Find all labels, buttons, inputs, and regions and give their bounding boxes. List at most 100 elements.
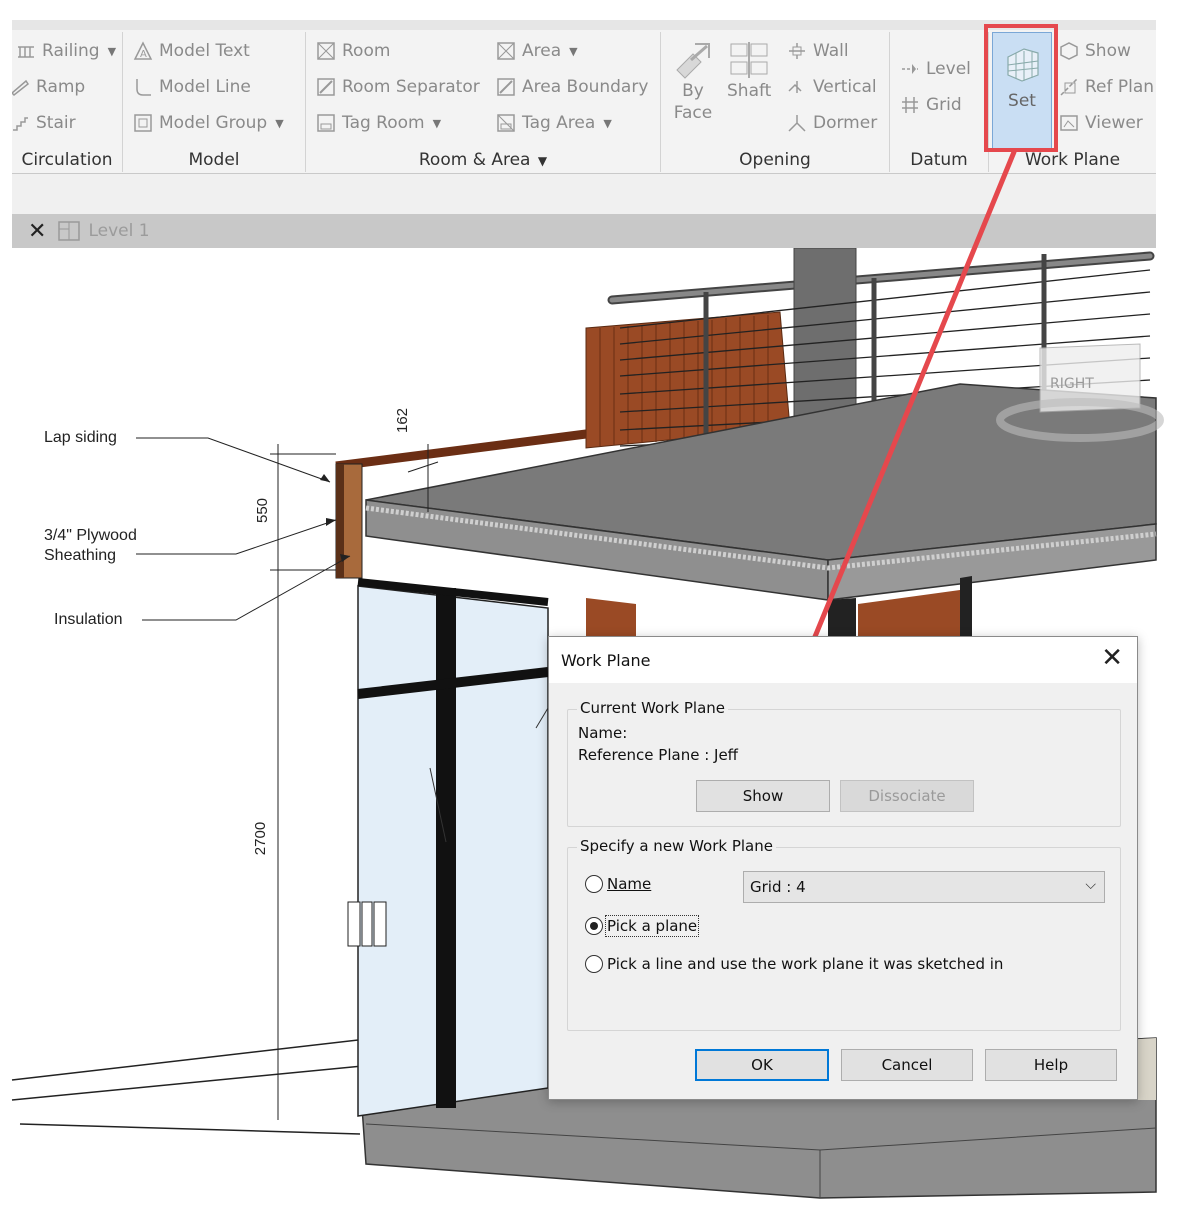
level-icon [900, 59, 920, 79]
chevron-down-icon: ▼ [275, 116, 284, 130]
grid-label: Grid [926, 95, 962, 115]
by-face-button[interactable]: By Face [671, 40, 715, 124]
panel-title-work-plane: Work Plane [1024, 150, 1121, 170]
pick-a-line-radio[interactable] [585, 955, 603, 973]
work-plane-name-select[interactable]: Grid : 4 ⌵ [743, 871, 1105, 903]
pick-a-plane-label: Pick a plane [604, 915, 700, 937]
stair-button[interactable]: Stair [12, 110, 76, 136]
dissociate-button[interactable]: Dissociate [840, 780, 974, 812]
viewcube-label: RIGHT [1050, 376, 1094, 392]
tag-room-icon [316, 113, 336, 133]
name-radio-label: Name [607, 875, 651, 893]
by-face-label-1: By [682, 81, 704, 101]
model-group-icon [133, 113, 153, 133]
panel-title-room-area[interactable]: Room & Area ▼ [306, 150, 660, 170]
railing-button[interactable]: Railing ▼ [16, 38, 116, 64]
select-value: Grid : 4 [750, 878, 806, 896]
vertical-opening-button[interactable]: Vertical [787, 74, 877, 100]
dormer-label: Dormer [813, 113, 878, 133]
shaft-button[interactable]: Shaft [727, 40, 771, 102]
chevron-down-icon: ⌵ [1085, 877, 1096, 893]
view-tab-level-1[interactable]: Level 1 [88, 221, 149, 241]
wall-opening-button[interactable]: Wall [787, 38, 849, 64]
show-work-plane-button[interactable]: Show [1059, 38, 1131, 64]
model-line-label: Model Line [159, 77, 251, 97]
opening-panel: By Face Shaft Wall Vertical Dormer Openi… [661, 30, 889, 173]
tag-room-label: Tag Room [342, 113, 425, 133]
shaft-icon [730, 42, 768, 78]
dialog-titlebar: Work Plane ✕ [549, 637, 1137, 683]
name-radio[interactable] [585, 875, 603, 893]
chevron-down-icon: ▼ [537, 154, 548, 168]
model-text-button[interactable]: A Model Text [133, 38, 250, 64]
tag-area-icon [496, 113, 516, 133]
pick-a-plane-radio[interactable] [585, 917, 603, 935]
level-label: Level [926, 59, 971, 79]
area-boundary-label: Area Boundary [522, 77, 649, 97]
show-work-plane-label: Show [1085, 41, 1131, 61]
wall-opening-icon [787, 41, 807, 61]
dialog-title: Work Plane [561, 651, 651, 670]
area-button[interactable]: Area ▼ [496, 38, 578, 64]
dimension-550: 550 [254, 497, 272, 524]
viewer-button[interactable]: Viewer [1059, 110, 1143, 136]
ramp-button[interactable]: Ramp [12, 74, 85, 100]
stair-icon [12, 113, 30, 133]
vertical-opening-icon [787, 77, 807, 97]
room-separator-button[interactable]: Room Separator [316, 74, 480, 100]
annotation-lap-siding: Lap siding [44, 429, 117, 446]
panel-title-circulation: Circulation [21, 150, 113, 170]
chevron-down-icon: ▼ [603, 116, 612, 130]
floor-plan-icon [58, 221, 81, 241]
circulation-panel: Railing ▼ Ramp Stair Circulation [12, 30, 122, 173]
railing-icon [16, 41, 36, 61]
ref-plane-icon [1059, 77, 1079, 97]
annotation-sheathing: Sheathing [44, 547, 117, 564]
level-button[interactable]: Level [900, 56, 971, 82]
chevron-down-icon: ▼ [432, 116, 442, 130]
show-button[interactable]: Show [696, 780, 830, 812]
grid-button[interactable]: Grid [900, 92, 962, 118]
room-icon [316, 41, 336, 61]
panel-title-opening: Opening [739, 150, 811, 170]
area-boundary-button[interactable]: Area Boundary [496, 74, 648, 100]
ok-button[interactable]: OK [695, 1049, 829, 1081]
name-option-text: Name [607, 875, 652, 893]
model-line-icon [133, 77, 153, 97]
by-face-label-2: Face [673, 103, 713, 123]
set-work-plane-button[interactable]: Set [992, 32, 1052, 150]
dimension-2700: 2700 [252, 821, 270, 856]
model-text-icon: A [133, 41, 153, 61]
datum-panel: Level Grid Datum [890, 30, 988, 173]
tag-area-button[interactable]: Tag Area ▼ [496, 110, 612, 136]
chevron-down-icon: ▼ [107, 44, 117, 58]
area-boundary-icon [496, 77, 516, 97]
ribbon-top-strip [12, 20, 1156, 30]
specify-work-plane-legend: Specify a new Work Plane [577, 837, 776, 855]
work-plane-dialog: Work Plane ✕ Current Work Plane Name: Re… [548, 636, 1138, 1100]
room-button[interactable]: Room [316, 38, 390, 64]
tag-room-button[interactable]: Tag Room ▼ [316, 110, 441, 136]
current-name-label: Name: [578, 724, 628, 742]
ramp-icon [12, 77, 30, 97]
current-work-plane-group: Current Work Plane Name: Reference Plane… [567, 699, 1121, 827]
close-icon[interactable]: ✕ [28, 219, 46, 244]
model-group-button[interactable]: Model Group ▼ [133, 110, 284, 136]
close-icon[interactable]: ✕ [1101, 645, 1123, 671]
show-work-plane-icon [1059, 41, 1079, 61]
room-area-title: Room & Area [418, 150, 531, 170]
area-label: Area [522, 41, 562, 61]
set-label: Set [1008, 91, 1036, 111]
dormer-button[interactable]: Dormer [787, 110, 877, 136]
ref-plane-button[interactable]: Ref Plan [1059, 74, 1154, 100]
model-line-button[interactable]: Model Line [133, 74, 251, 100]
help-button[interactable]: Help [985, 1049, 1117, 1081]
ramp-label: Ramp [36, 77, 86, 97]
view-tab-bar: ✕ Level 1 [12, 214, 1156, 248]
wall-opening-label: Wall [813, 41, 849, 61]
ref-plane-label: Ref Plan [1085, 77, 1155, 97]
shaft-label: Shaft [727, 81, 772, 101]
dimension-162: 162 [394, 407, 412, 434]
annotation-insulation: Insulation [54, 611, 123, 628]
cancel-button[interactable]: Cancel [841, 1049, 973, 1081]
